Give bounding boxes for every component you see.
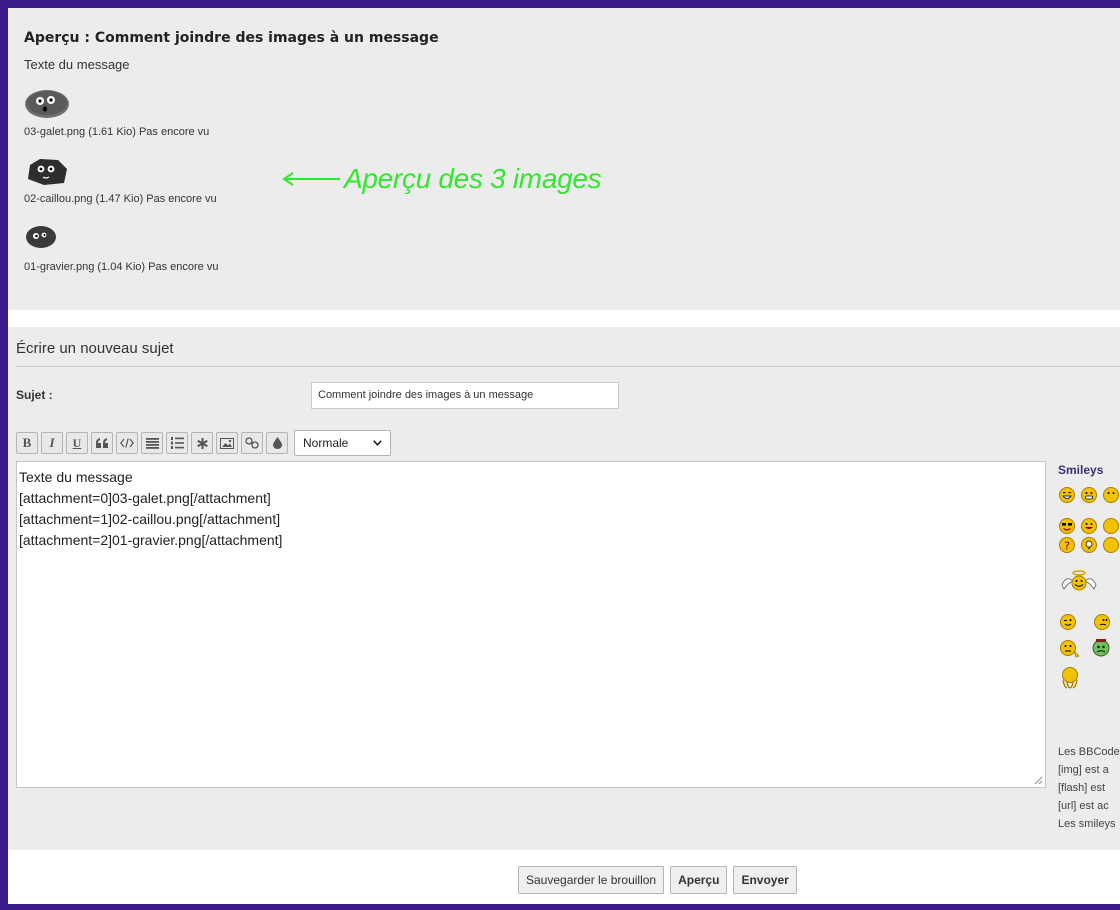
preview-title: Aperçu : Comment joindre des images à un… xyxy=(24,30,439,46)
thinking-smiley-icon[interactable] xyxy=(1060,640,1082,658)
image-icon xyxy=(220,437,234,449)
divider xyxy=(16,366,1120,367)
sick-smiley-icon[interactable] xyxy=(1092,638,1110,658)
list-item-button[interactable] xyxy=(191,432,213,454)
save-draft-button[interactable]: Sauvegarder le brouillon xyxy=(518,866,665,894)
subject-label: Sujet : xyxy=(16,388,53,402)
font-size-value: Normale xyxy=(303,436,349,450)
attachment-thumbnail-caillou[interactable] xyxy=(24,157,70,187)
numbered-list-button[interactable] xyxy=(166,432,188,454)
attachment-caption: 03-galet.png (1.61 Kio) Pas encore vu xyxy=(24,126,210,138)
cool-smiley-icon[interactable] xyxy=(1059,518,1075,534)
underline-button[interactable]: U xyxy=(66,432,88,454)
italic-icon: I xyxy=(49,435,55,450)
annotation-callout: Aperçu des 3 images xyxy=(280,163,602,195)
submit-button[interactable]: Envoyer xyxy=(733,866,797,894)
image-button[interactable] xyxy=(216,432,238,454)
resize-grip-icon[interactable] xyxy=(1034,776,1043,785)
numbered-list-icon xyxy=(170,437,184,449)
droplet-icon xyxy=(272,437,282,449)
bbcode-status-line: [flash] est xyxy=(1058,782,1106,794)
tongue-smiley-icon[interactable] xyxy=(1081,518,1097,534)
angel-smiley-icon[interactable] xyxy=(1060,569,1098,593)
italic-button[interactable]: I xyxy=(41,432,63,454)
happy-smiley-icon[interactable] xyxy=(1103,518,1119,534)
code-icon xyxy=(120,438,134,448)
bbcode-toolbar: B I U Normale xyxy=(16,430,391,456)
confused-smiley-icon[interactable] xyxy=(1094,614,1110,630)
message-line: [attachment=0]03-galet.png[/attachment] xyxy=(19,490,271,506)
exclaim-smiley-icon[interactable] xyxy=(1103,537,1119,553)
svg-text:?: ? xyxy=(1064,540,1070,553)
grin-smiley-icon[interactable] xyxy=(1081,487,1097,503)
smileys-title: Smileys xyxy=(1058,463,1104,477)
bbcode-status-line: [url] est ac xyxy=(1058,800,1109,812)
attachment-caption: 02-caillou.png (1.47 Kio) Pas encore vu xyxy=(24,193,217,205)
smile-smiley-icon[interactable] xyxy=(1103,487,1119,503)
underline-icon: U xyxy=(72,435,82,450)
font-size-select[interactable]: Normale xyxy=(294,430,391,456)
form-title: Écrire un nouveau sujet xyxy=(16,340,174,357)
arrow-left-icon xyxy=(282,172,340,186)
subject-input[interactable]: Comment joindre des images à un message xyxy=(311,382,619,409)
attachment-thumbnail-galet[interactable] xyxy=(24,88,70,120)
list-button[interactable] xyxy=(141,432,163,454)
quote-icon xyxy=(96,438,108,448)
laugh-smiley-icon[interactable] xyxy=(1059,487,1075,503)
smileys-panel: Smileys ? Les BBCode [img] est a [flash]… xyxy=(1058,463,1120,843)
idea-smiley-icon[interactable] xyxy=(1081,537,1097,553)
list-icon xyxy=(145,437,159,449)
annotation-text: Aperçu des 3 images xyxy=(344,163,602,194)
page-frame: Aperçu : Comment joindre des images à un… xyxy=(8,8,1120,904)
link-button[interactable] xyxy=(241,432,263,454)
attachment-caption: 01-gravier.png (1.04 Kio) Pas encore vu xyxy=(24,261,219,273)
post-preview: Aperçu : Comment joindre des images à un… xyxy=(8,8,1120,310)
preview-button[interactable]: Aperçu xyxy=(670,866,728,894)
bbcode-status-line: [img] est a xyxy=(1058,764,1109,776)
quote-button[interactable] xyxy=(91,432,113,454)
color-button[interactable] xyxy=(266,432,288,454)
wink-smiley-icon[interactable] xyxy=(1060,614,1076,630)
asterisk-icon xyxy=(196,437,208,449)
hiding-smiley-icon[interactable] xyxy=(1060,667,1080,689)
bbcode-status-line: Les smileys xyxy=(1058,818,1116,830)
posting-form: Écrire un nouveau sujet Sujet : Comment … xyxy=(8,327,1120,850)
bold-icon: B xyxy=(22,435,32,450)
message-line: [attachment=2]01-gravier.png[/attachment… xyxy=(19,532,283,548)
bold-button[interactable]: B xyxy=(16,432,38,454)
preview-body: Texte du message xyxy=(24,57,130,72)
message-line: Texte du message xyxy=(19,469,133,485)
message-line: [attachment=1]02-caillou.png[/attachment… xyxy=(19,511,281,527)
link-icon xyxy=(245,437,259,449)
chevron-down-icon xyxy=(373,440,382,446)
question-smiley-icon[interactable]: ? xyxy=(1059,537,1075,553)
code-button[interactable] xyxy=(116,432,138,454)
message-textarea[interactable]: Texte du message [attachment=0]03-galet.… xyxy=(16,461,1046,788)
form-actions: Sauvegarder le brouillon Aperçu Envoyer xyxy=(8,850,1120,904)
attachment-thumbnail-gravier[interactable] xyxy=(24,224,60,250)
divider xyxy=(8,310,1120,327)
bbcode-status-line: Les BBCode xyxy=(1058,746,1120,758)
